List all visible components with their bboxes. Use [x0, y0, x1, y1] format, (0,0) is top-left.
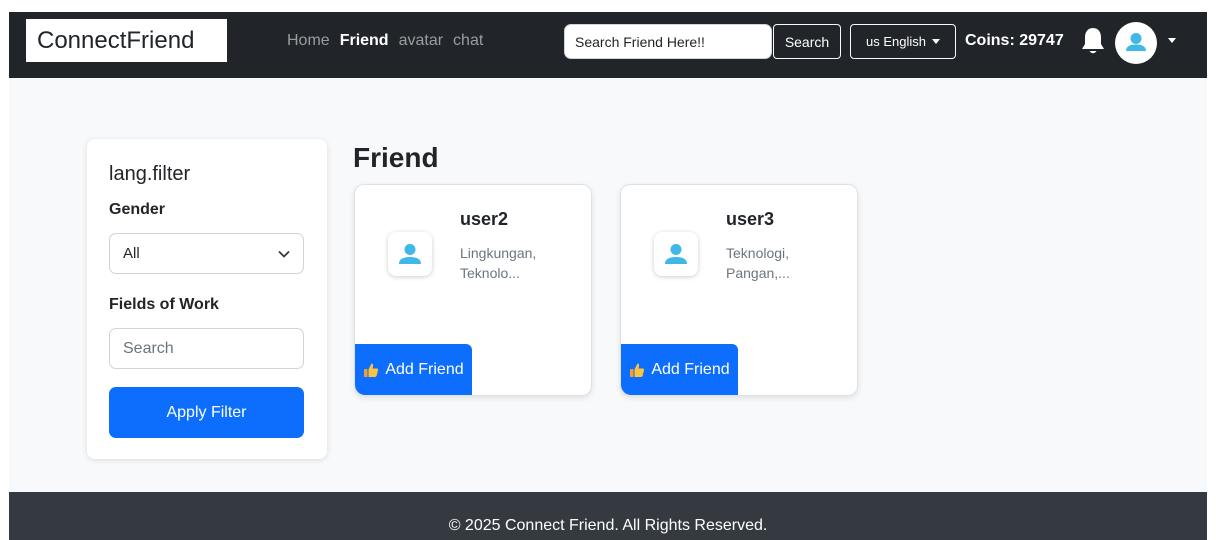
- search-button[interactable]: Search: [773, 24, 841, 59]
- gender-select[interactable]: All: [109, 233, 304, 274]
- user-icon: [665, 244, 687, 264]
- add-friend-button[interactable]: Add Friend: [355, 344, 472, 395]
- friend-name: user3: [726, 209, 775, 229]
- gender-value: All: [123, 245, 140, 262]
- add-friend-button[interactable]: Add Friend: [621, 344, 738, 395]
- coins-balance: Coins: 29747: [965, 32, 1064, 49]
- language-dropdown[interactable]: us English: [850, 24, 956, 59]
- friend-fields: Lingkungan, Teknolo...: [460, 245, 537, 281]
- page-title: Friend: [353, 142, 439, 173]
- copyright-text: © 2025 Connect Friend. All Rights Reserv…: [448, 517, 768, 534]
- nav-avatar[interactable]: avatar: [399, 32, 443, 50]
- friend-avatar: [388, 232, 432, 276]
- friend-name: user2: [460, 209, 509, 229]
- nav-links: Home Friend avatar chat: [287, 32, 493, 50]
- main-content: lang.filter Gender All Fields of Work Ap…: [9, 78, 1207, 492]
- user-icon: [1126, 33, 1146, 51]
- footer: © 2025 Connect Friend. All Rights Reserv…: [9, 492, 1207, 540]
- apply-filter-button[interactable]: Apply Filter: [109, 387, 304, 438]
- friend-fields: Teknologi, Pangan,...: [726, 245, 790, 281]
- user-menu-caret-icon[interactable]: [1168, 38, 1176, 43]
- user-icon: [399, 244, 421, 264]
- add-friend-label: Add Friend: [651, 360, 730, 378]
- thumbs-up-icon: [630, 363, 645, 377]
- brand-logo[interactable]: ConnectFriend: [26, 19, 227, 62]
- gender-label: Gender: [109, 201, 166, 218]
- thumbs-up-icon: [364, 363, 379, 377]
- navbar: ConnectFriend Home Friend avatar chat Se…: [9, 12, 1207, 78]
- fields-of-work-input[interactable]: [109, 328, 304, 369]
- nav-home[interactable]: Home: [287, 32, 330, 50]
- friend-card: user3 Teknologi, Pangan,... Add Friend: [620, 184, 858, 396]
- fields-of-work-label: Fields of Work: [109, 296, 219, 313]
- nav-chat[interactable]: chat: [453, 32, 483, 50]
- friend-card: user2 Lingkungan, Teknolo... Add Friend: [354, 184, 592, 396]
- filter-panel: lang.filter Gender All Fields of Work Ap…: [87, 139, 327, 459]
- chevron-down-icon: [278, 250, 290, 258]
- language-label: us English: [866, 34, 926, 49]
- add-friend-label: Add Friend: [385, 360, 464, 378]
- bell-icon[interactable]: [1080, 26, 1106, 56]
- user-avatar[interactable]: [1115, 22, 1157, 64]
- friend-avatar: [654, 232, 698, 276]
- filter-title: lang.filter: [109, 163, 191, 185]
- caret-down-icon: [931, 39, 940, 44]
- friend-search-input[interactable]: [564, 24, 772, 59]
- nav-friend[interactable]: Friend: [340, 32, 389, 50]
